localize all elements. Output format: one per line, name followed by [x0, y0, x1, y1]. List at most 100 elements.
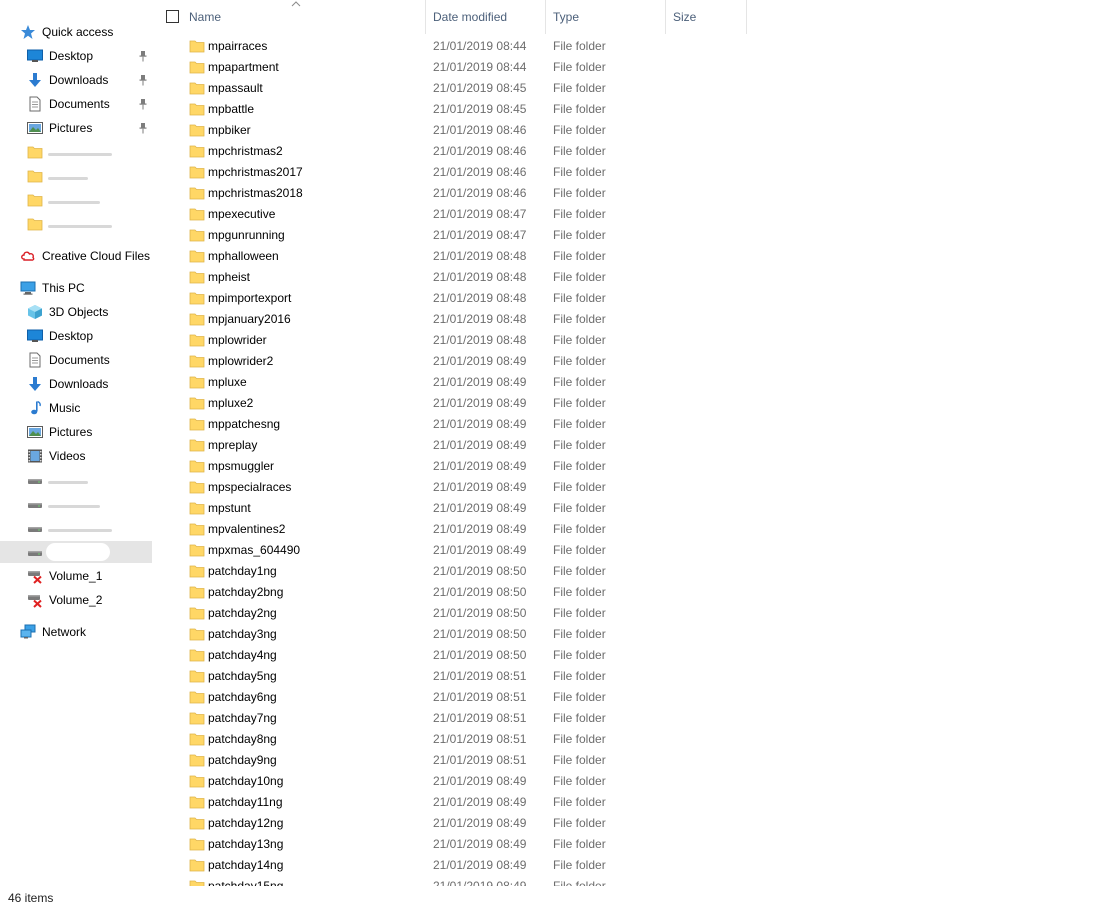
column-type[interactable]: Type — [546, 0, 666, 34]
file-date-modified: 21/01/2019 08:51 — [433, 690, 527, 704]
nav-item-3[interactable]: Documents — [0, 93, 152, 115]
select-all-checkbox[interactable] — [166, 10, 179, 23]
nav-item-7[interactable] — [0, 189, 152, 211]
file-type: File folder — [553, 732, 606, 746]
nav-item-17[interactable]: Videos — [0, 445, 152, 467]
file-row[interactable]: patchday12ng 21/01/2019 08:49 File folder — [156, 812, 756, 833]
nav-item-20[interactable] — [0, 517, 152, 539]
file-row[interactable]: patchday7ng 21/01/2019 08:51 File folder — [156, 707, 756, 728]
file-row[interactable]: mpluxe 21/01/2019 08:49 File folder — [156, 371, 756, 392]
file-row[interactable]: mpbattle 21/01/2019 08:45 File folder — [156, 98, 756, 119]
nav-item-22[interactable]: Volume_1 — [0, 565, 152, 587]
file-row[interactable]: mphalloween 21/01/2019 08:48 File folder — [156, 245, 756, 266]
file-row[interactable]: mpchristmas2018 21/01/2019 08:46 File fold… — [156, 182, 756, 203]
file-row[interactable]: mpimportexport 21/01/2019 08:48 File folde… — [156, 287, 756, 308]
folder-icon — [189, 647, 205, 663]
file-row[interactable]: mpvalentines2 21/01/2019 08:49 File folder — [156, 518, 756, 539]
desktop-icon — [27, 48, 43, 64]
file-row[interactable]: mpreplay 21/01/2019 08:49 File folder — [156, 434, 756, 455]
file-list[interactable]: mpairraces 21/01/2019 08:44 File folder mpa… — [156, 35, 756, 886]
nav-item-21[interactable] — [0, 541, 152, 563]
file-row[interactable]: patchday14ng 21/01/2019 08:49 File folder — [156, 854, 756, 875]
nav-item-10[interactable]: This PC — [0, 277, 152, 299]
folder-icon — [189, 542, 205, 558]
file-row[interactable]: mpgunrunning 21/01/2019 08:47 File folder — [156, 224, 756, 245]
folder-icon — [189, 500, 205, 516]
file-row[interactable]: mpairraces 21/01/2019 08:44 File folder — [156, 35, 756, 56]
file-row[interactable]: mpsmuggler 21/01/2019 08:49 File folder — [156, 455, 756, 476]
file-row[interactable]: mpstunt 21/01/2019 08:49 File folder — [156, 497, 756, 518]
nav-item-8[interactable] — [0, 213, 152, 235]
file-type: File folder — [553, 564, 606, 578]
nav-item-23[interactable]: Volume_2 — [0, 589, 152, 611]
file-date-modified: 21/01/2019 08:50 — [433, 606, 527, 620]
column-name[interactable]: Name — [182, 0, 426, 34]
file-row[interactable]: patchday11ng 21/01/2019 08:49 File folder — [156, 791, 756, 812]
nav-item-12[interactable]: Desktop — [0, 325, 152, 347]
file-name: mpluxe2 — [208, 396, 254, 410]
file-row[interactable]: patchday3ng 21/01/2019 08:50 File folder — [156, 623, 756, 644]
navigation-pane[interactable]: Quick access Desktop Downloads Documents Pic… — [0, 0, 152, 886]
nav-item-13[interactable]: Documents — [0, 349, 152, 371]
column-header: Name Date modified Type Size — [156, 0, 756, 34]
file-row[interactable]: patchday2bng 21/01/2019 08:50 File folder — [156, 581, 756, 602]
nav-item-11[interactable]: 3D Objects — [0, 301, 152, 323]
file-row[interactable]: mpassault 21/01/2019 08:45 File folder — [156, 77, 756, 98]
file-row[interactable]: mplowrider2 21/01/2019 08:49 File folder — [156, 350, 756, 371]
file-row[interactable]: patchday10ng 21/01/2019 08:49 File folder — [156, 770, 756, 791]
nav-item-18[interactable] — [0, 469, 152, 491]
folder-icon — [189, 206, 205, 222]
file-row[interactable]: mpexecutive 21/01/2019 08:47 File folder — [156, 203, 756, 224]
nav-item-4[interactable]: Pictures — [0, 117, 152, 139]
file-row[interactable]: patchday9ng 21/01/2019 08:51 File folder — [156, 749, 756, 770]
nav-item-0[interactable]: Quick access — [0, 21, 152, 43]
file-date-modified: 21/01/2019 08:48 — [433, 333, 527, 347]
file-name: mpassault — [208, 81, 263, 95]
nav-item-24[interactable]: Network — [0, 621, 152, 643]
file-row[interactable]: patchday15ng 21/01/2019 08:49 File folder — [156, 875, 756, 886]
file-name: mpstunt — [208, 501, 251, 515]
nav-item-9[interactable]: Creative Cloud Files — [0, 245, 152, 267]
file-date-modified: 21/01/2019 08:49 — [433, 543, 527, 557]
file-row[interactable]: mpheist 21/01/2019 08:48 File folder — [156, 266, 756, 287]
nav-item-1[interactable]: Desktop — [0, 45, 152, 67]
file-row[interactable]: mpchristmas2 21/01/2019 08:46 File folder — [156, 140, 756, 161]
file-row[interactable]: mpapartment 21/01/2019 08:44 File folder — [156, 56, 756, 77]
file-name: patchday8ng — [208, 732, 277, 746]
file-row[interactable]: mpjanuary2016 21/01/2019 08:48 File folder — [156, 308, 756, 329]
folder-icon — [189, 437, 205, 453]
file-row[interactable]: patchday4ng 21/01/2019 08:50 File folder — [156, 644, 756, 665]
file-row[interactable]: mppatchesng 21/01/2019 08:49 File folder — [156, 413, 756, 434]
file-date-modified: 21/01/2019 08:48 — [433, 270, 527, 284]
column-date-modified[interactable]: Date modified — [426, 0, 546, 34]
file-row[interactable]: mpxmas_604490 21/01/2019 08:49 File folder — [156, 539, 756, 560]
file-row[interactable]: mpluxe2 21/01/2019 08:49 File folder — [156, 392, 756, 413]
file-row[interactable]: patchday5ng 21/01/2019 08:51 File folder — [156, 665, 756, 686]
file-row[interactable]: patchday1ng 21/01/2019 08:50 File folder — [156, 560, 756, 581]
column-size[interactable]: Size — [666, 0, 747, 34]
3d-objects-icon — [27, 304, 43, 320]
nav-item-16[interactable]: Pictures — [0, 421, 152, 443]
file-name: mppatchesng — [208, 417, 281, 431]
nav-item-2[interactable]: Downloads — [0, 69, 152, 91]
file-row[interactable]: mpchristmas2017 21/01/2019 08:46 File fold… — [156, 161, 756, 182]
nav-item-6[interactable] — [0, 165, 152, 187]
file-date-modified: 21/01/2019 08:44 — [433, 39, 527, 53]
file-row[interactable]: mpbiker 21/01/2019 08:46 File folder — [156, 119, 756, 140]
folder-icon — [189, 59, 205, 75]
nav-item-14[interactable]: Downloads — [0, 373, 152, 395]
folder-icon — [189, 248, 205, 264]
file-name: mpsmuggler — [208, 459, 275, 473]
column-type-label: Type — [553, 10, 580, 24]
file-row[interactable]: patchday13ng 21/01/2019 08:49 File folder — [156, 833, 756, 854]
file-row[interactable]: patchday6ng 21/01/2019 08:51 File folder — [156, 686, 756, 707]
file-name: mpbiker — [208, 123, 251, 137]
file-row[interactable]: mplowrider 21/01/2019 08:48 File folder — [156, 329, 756, 350]
file-date-modified: 21/01/2019 08:46 — [433, 165, 527, 179]
file-row[interactable]: mpspecialraces 21/01/2019 08:49 File folde… — [156, 476, 756, 497]
nav-item-5[interactable] — [0, 141, 152, 163]
nav-item-15[interactable]: Music — [0, 397, 152, 419]
nav-item-19[interactable] — [0, 493, 152, 515]
file-row[interactable]: patchday2ng 21/01/2019 08:50 File folder — [156, 602, 756, 623]
file-row[interactable]: patchday8ng 21/01/2019 08:51 File folder — [156, 728, 756, 749]
